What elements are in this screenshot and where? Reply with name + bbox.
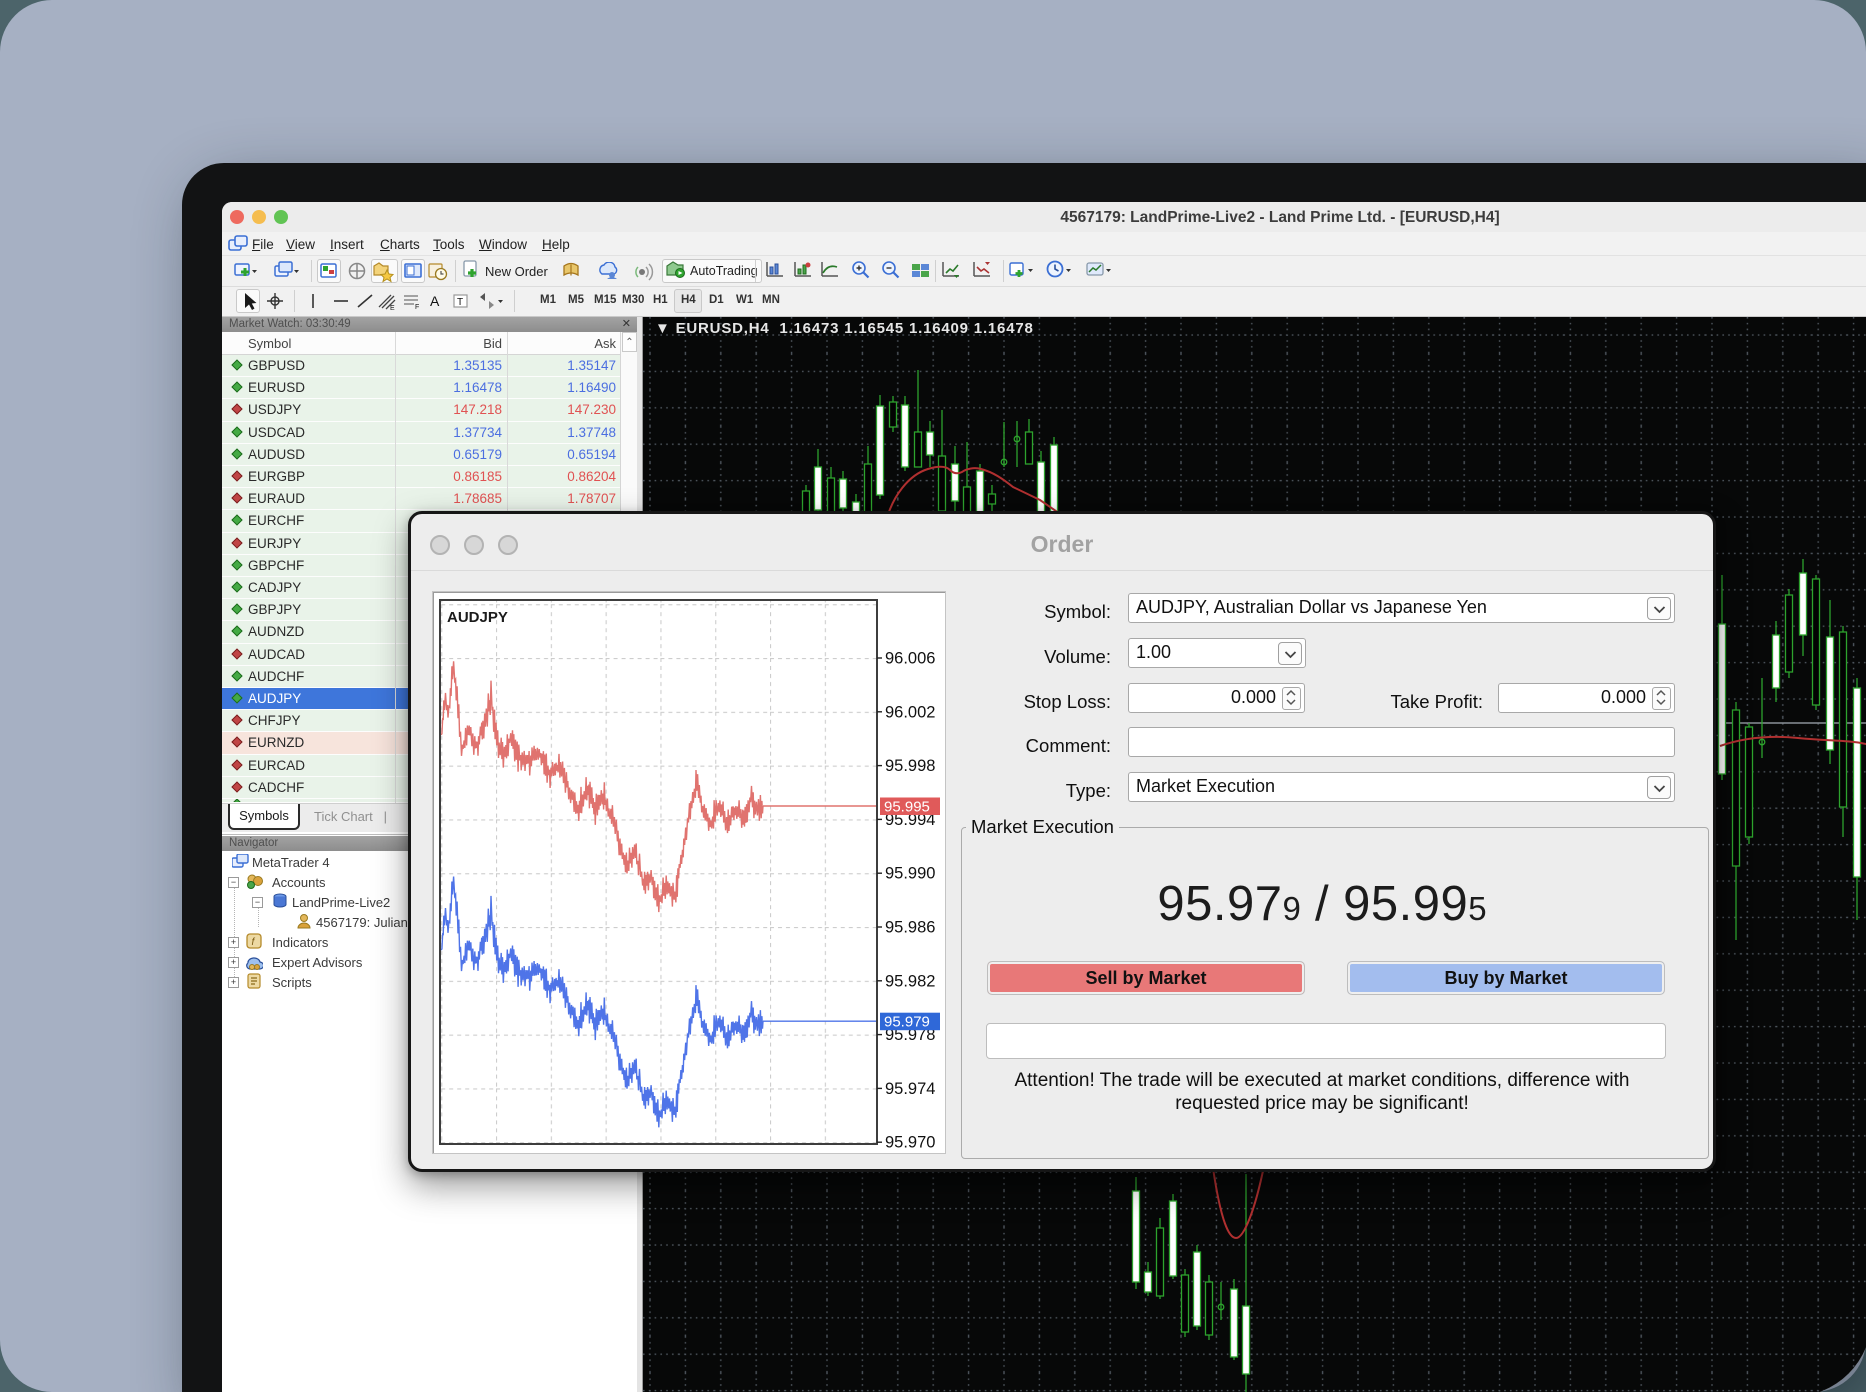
- svg-text:95.970: 95.970: [885, 1134, 935, 1152]
- svg-text:AUDJPY: AUDJPY: [447, 609, 508, 626]
- svg-text:E: E: [390, 305, 395, 312]
- svg-text:F: F: [415, 304, 419, 311]
- svg-text:T: T: [457, 297, 463, 308]
- svg-text:95.990: 95.990: [885, 865, 935, 883]
- svg-text:95.974: 95.974: [885, 1080, 935, 1098]
- svg-text:95.982: 95.982: [885, 972, 935, 990]
- svg-text:95.998: 95.998: [885, 757, 935, 775]
- svg-text:95.986: 95.986: [885, 919, 935, 937]
- svg-text:95.979: 95.979: [884, 1014, 930, 1031]
